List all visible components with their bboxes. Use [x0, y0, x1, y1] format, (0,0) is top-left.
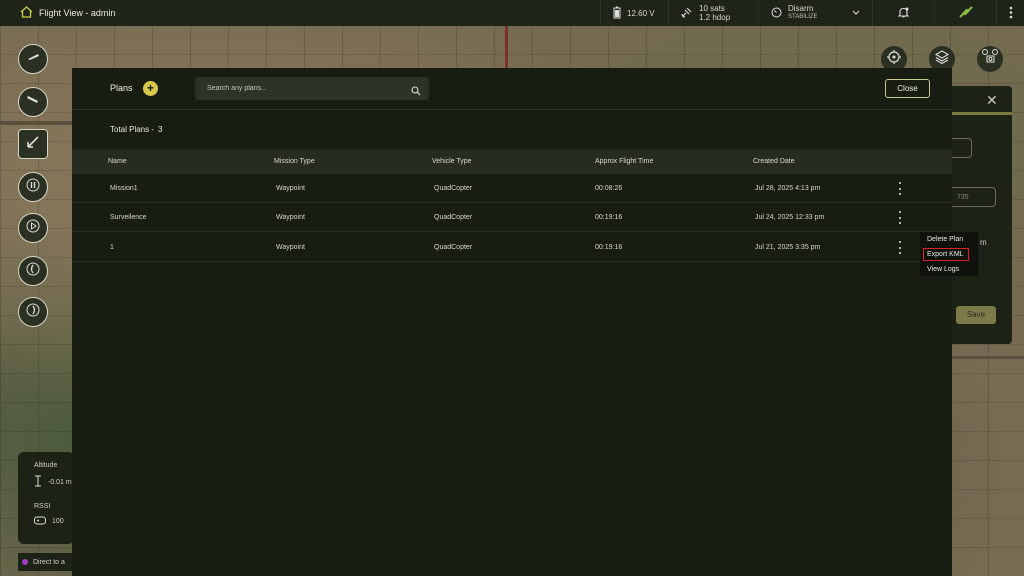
drone-link-icon — [958, 5, 974, 21]
status-dot-icon — [22, 559, 28, 565]
notifications-button[interactable] — [872, 0, 934, 26]
plan-created-date: Jul 24, 2025 12:33 pm — [755, 214, 825, 221]
plan-mission-type: Waypoint — [276, 185, 305, 192]
table-row[interactable]: Mission1 Waypoint QuadCopter 00:08:26 Ju… — [72, 174, 952, 203]
modal-header: Plans + Close — [72, 68, 952, 110]
play-button[interactable] — [18, 213, 48, 243]
plan-flight-time: 00:08:26 — [595, 185, 623, 192]
table-header: Name Mission Type Vehicle Type Approx Fl… — [72, 149, 952, 174]
plan-created-date: Jul 21, 2025 3:35 pm — [755, 244, 821, 251]
battery-status: 12.60 V — [600, 0, 668, 26]
rssi-label: RSSI — [34, 503, 51, 510]
arm-state: Disarm — [788, 4, 814, 13]
app-brand: Flight View - admin — [0, 6, 600, 20]
crosshair-icon — [886, 49, 902, 70]
column-name[interactable]: Name — [108, 158, 127, 165]
plan-name: Surveilence — [110, 214, 147, 221]
altitude-label: Altitude — [34, 462, 58, 469]
land-button[interactable] — [18, 87, 48, 117]
close-icon[interactable]: ✕ — [986, 92, 998, 109]
chevron-down-icon — [852, 9, 860, 18]
direct-to-hint[interactable]: Direct to a — [18, 553, 74, 571]
land-icon — [25, 93, 41, 112]
add-plan-button[interactable]: + — [143, 81, 158, 96]
plan-vehicle-type: QuadCopter — [434, 185, 473, 192]
hdop-value: 1.2 hdop — [699, 13, 731, 22]
drone-link-button[interactable] — [934, 0, 996, 26]
row-actions-icon[interactable] — [897, 211, 903, 224]
app-title: Flight View - admin — [39, 8, 116, 18]
menu-item-view-logs[interactable]: View Logs — [927, 266, 959, 273]
gamepad-icon — [34, 516, 46, 527]
drone-camera-button[interactable] — [977, 46, 1003, 72]
rotate-icon — [26, 262, 40, 281]
column-vehicle-type[interactable]: Vehicle Type — [432, 158, 472, 165]
altitude-icon — [34, 475, 42, 489]
plan-name: 1 — [110, 244, 114, 251]
column-mission-type[interactable]: Mission Type — [274, 158, 315, 165]
plan-flight-time: 00:19:16 — [595, 244, 623, 251]
rssi-value: 100 — [52, 518, 64, 525]
row-actions-icon[interactable] — [897, 182, 903, 195]
plan-created-date: Jul 28, 2025 4:13 pm — [755, 185, 821, 192]
play-icon — [26, 219, 40, 238]
panel-value-field[interactable]: 735 — [948, 187, 996, 207]
table-row[interactable]: Surveilence Waypoint QuadCopter 00:19:16… — [72, 203, 952, 232]
return-icon — [25, 134, 41, 155]
takeoff-icon — [25, 50, 41, 69]
battery-icon — [613, 6, 621, 21]
row-actions-icon[interactable] — [897, 241, 903, 254]
search-icon[interactable] — [411, 83, 421, 101]
battery-voltage: 12.60 V — [627, 8, 655, 18]
total-plans-count: 3 — [158, 125, 163, 134]
plan-vehicle-type: QuadCopter — [434, 214, 473, 221]
layers-icon — [934, 49, 950, 70]
pause-icon — [26, 178, 40, 197]
plan-name: Mission1 — [110, 185, 138, 192]
modal-title: Plans — [110, 83, 133, 93]
panel-unit-label: m — [980, 238, 987, 247]
save-button[interactable]: Save — [956, 306, 996, 324]
altitude-value: -0.01 m — [48, 478, 72, 486]
takeoff-button[interactable] — [18, 44, 48, 74]
pause-button[interactable] — [18, 172, 48, 202]
telemetry-panel: Altitude -0.01 m RSSI 100 — [18, 452, 74, 544]
column-flight-time[interactable]: Approx Flight Time — [595, 158, 653, 165]
menu-item-export-kml[interactable]: Export KML — [927, 251, 964, 258]
more-vertical-icon — [1009, 6, 1013, 21]
mode-selector[interactable]: Disarm STABILIZE — [758, 0, 872, 26]
column-created-date[interactable]: Created Date — [753, 158, 795, 165]
plan-mission-type: Waypoint — [276, 214, 305, 221]
drone-camera-icon — [981, 48, 999, 71]
plan-search — [195, 77, 429, 100]
return-home-button[interactable] — [18, 129, 48, 159]
plan-mission-type: Waypoint — [276, 244, 305, 251]
menu-item-delete-plan[interactable]: Delete Plan — [927, 236, 963, 243]
close-button[interactable]: Close — [885, 79, 930, 98]
satellite-icon — [681, 6, 693, 20]
flight-mode: STABILIZE — [788, 14, 818, 20]
total-plans-label: Total Plans - — [110, 125, 155, 134]
more-menu-button[interactable] — [996, 0, 1024, 26]
sats-count: 10 sats — [699, 4, 725, 13]
rotate-ccw-button[interactable] — [18, 297, 48, 327]
bell-icon — [897, 6, 910, 21]
plan-vehicle-type: QuadCopter — [434, 244, 473, 251]
rotate-icon — [26, 303, 40, 322]
table-row[interactable]: 1 Waypoint QuadCopter 00:19:16 Jul 21, 2… — [72, 233, 952, 262]
gauge-icon — [771, 7, 782, 20]
rotate-cw-button[interactable] — [18, 256, 48, 286]
gps-status: 10 sats 1.2 hdop — [668, 0, 758, 26]
direct-to-label: Direct to a — [33, 558, 65, 566]
search-input[interactable] — [195, 77, 405, 100]
plan-flight-time: 00:19:16 — [595, 214, 623, 221]
total-plans: Total Plans -3 — [110, 125, 162, 134]
plans-modal: Plans + Close Total Plans -3 Name Missio… — [72, 68, 952, 576]
row-context-menu: Delete Plan Export KML View Logs — [920, 232, 978, 276]
home-icon[interactable] — [20, 6, 33, 20]
top-bar: Flight View - admin 12.60 V 10 sats 1.2 … — [0, 0, 1024, 26]
